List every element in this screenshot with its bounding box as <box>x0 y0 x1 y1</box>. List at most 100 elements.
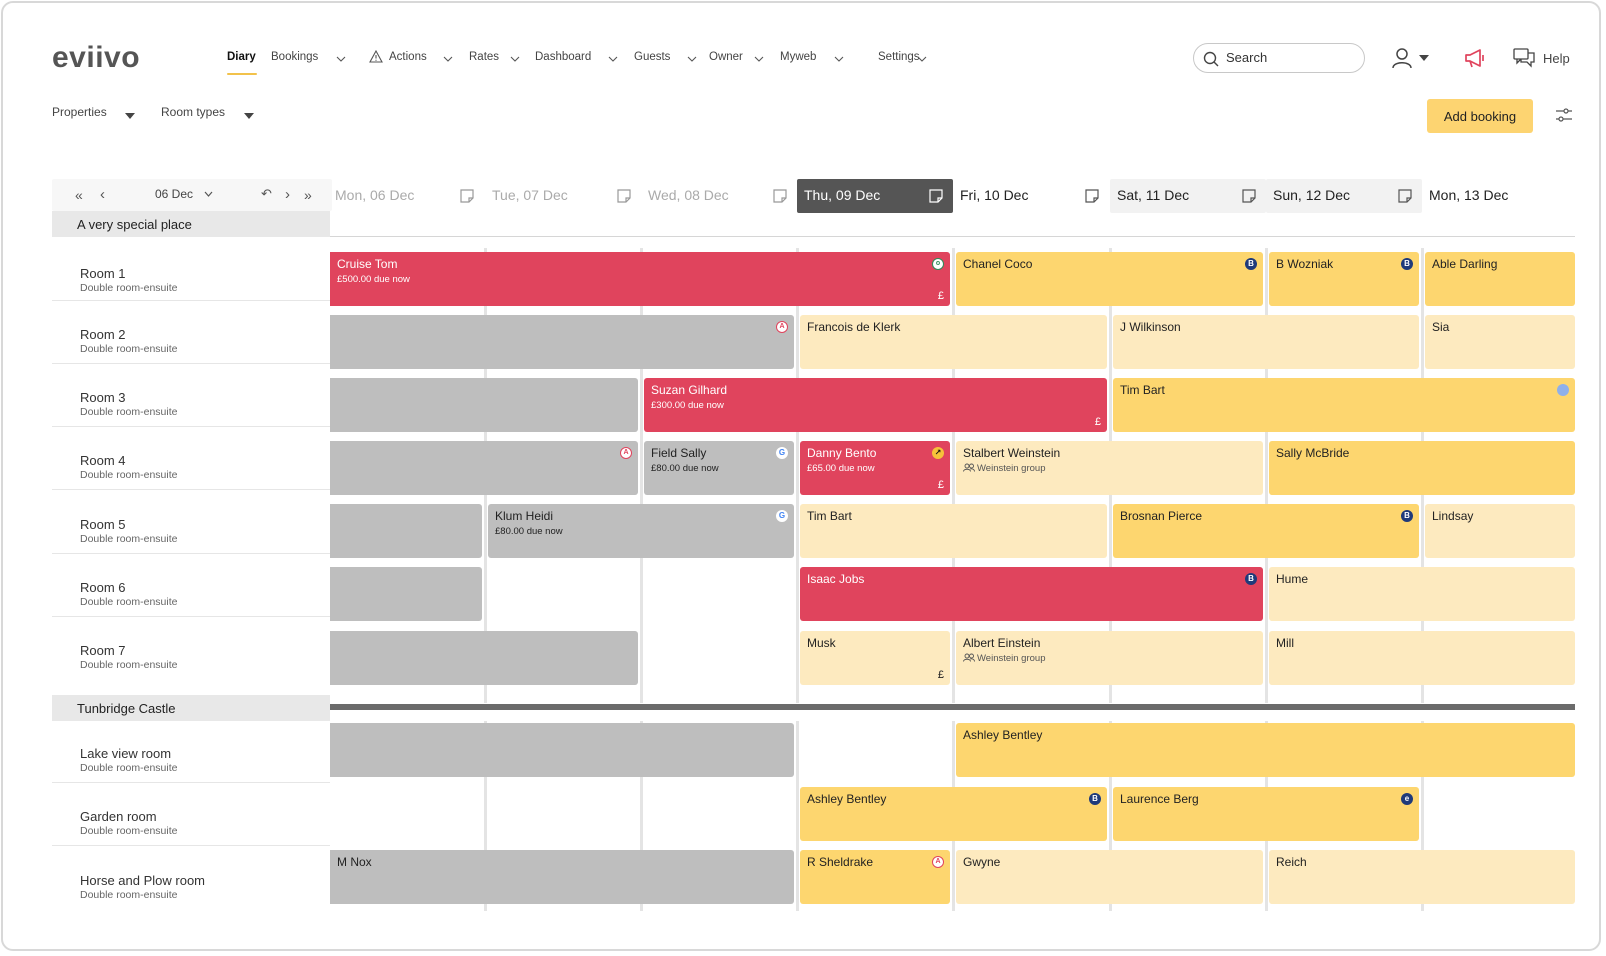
booking-field-sally[interactable]: Field Sally £80.00 due now G <box>644 441 794 495</box>
booking-mill[interactable]: Mill <box>1269 631 1575 685</box>
day-header-0[interactable]: Mon, 06 Dec <box>328 179 484 213</box>
day-header-2[interactable]: Wed, 08 Dec <box>641 179 797 213</box>
booking-blocked[interactable] <box>330 378 638 432</box>
booking-stalbert-weinstein[interactable]: Stalbert Weinstein Weinstein group <box>956 441 1263 495</box>
prev-page-icon[interactable]: ‹ <box>100 186 105 203</box>
day-note-icon[interactable] <box>617 189 631 203</box>
booking-musk[interactable]: Musk £ <box>800 631 950 685</box>
filter-settings-icon[interactable] <box>1555 107 1573 123</box>
booking-albert-einstein[interactable]: Albert Einstein Weinstein group <box>956 631 1263 685</box>
help-link[interactable]: Help <box>1543 51 1570 66</box>
booking-b-wozniak[interactable]: B Wozniak B <box>1269 252 1419 306</box>
nav-myweb-chevron-icon[interactable] <box>834 56 844 65</box>
booking-blocked[interactable] <box>330 723 794 777</box>
nav-rates-chevron-icon[interactable] <box>510 56 520 65</box>
booking-blocked[interactable] <box>330 567 482 621</box>
nav-rates[interactable]: Rates <box>469 51 499 63</box>
booking-danny-bento[interactable]: Danny Bento £65.00 due now ↗ £ <box>800 441 950 495</box>
property-header[interactable]: Tunbridge Castle <box>52 695 330 721</box>
day-header-4[interactable]: Fri, 10 Dec <box>953 179 1109 213</box>
day-note-icon[interactable] <box>1242 189 1256 203</box>
booking-gwyne[interactable]: Gwyne <box>956 850 1263 904</box>
nav-owner[interactable]: Owner <box>709 51 743 63</box>
room-name[interactable]: Room 7 <box>80 643 126 658</box>
nav-guests[interactable]: Guests <box>634 51 670 63</box>
booking-lindsay[interactable]: Lindsay <box>1425 504 1575 558</box>
booking-sally-mcbride[interactable]: Sally McBride <box>1269 441 1575 495</box>
booking-ashley-bentley[interactable]: Ashley Bentley B <box>800 787 1107 841</box>
booking-r-sheldrake[interactable]: R Sheldrake A <box>800 850 950 904</box>
booking-j-wilkinson[interactable]: J Wilkinson <box>1113 315 1419 369</box>
room-name[interactable]: Garden room <box>80 809 157 824</box>
day-note-icon[interactable] <box>460 189 474 203</box>
booking-reich[interactable]: Reich <box>1269 850 1575 904</box>
nav-bookings-chevron-icon[interactable] <box>336 56 346 65</box>
booking-sia[interactable]: Sia <box>1425 315 1575 369</box>
next-page-icon[interactable]: › <box>285 186 290 203</box>
day-header-1[interactable]: Tue, 07 Dec <box>485 179 641 213</box>
property-header[interactable]: A very special place <box>52 211 330 237</box>
nav-actions-chevron-icon[interactable] <box>443 56 453 65</box>
nav-bookings[interactable]: Bookings <box>271 51 318 63</box>
nav-dashboard[interactable]: Dashboard <box>535 51 591 63</box>
booking-chanel-coco[interactable]: Chanel Coco B <box>956 252 1263 306</box>
first-page-icon[interactable]: « <box>75 187 83 203</box>
room-name[interactable]: Room 4 <box>80 453 126 468</box>
user-menu-chevron-icon[interactable] <box>1419 55 1429 61</box>
room-name[interactable]: Horse and Plow room <box>80 873 205 888</box>
search-box[interactable] <box>1193 43 1365 73</box>
booking-hume[interactable]: Hume <box>1269 567 1575 621</box>
day-note-icon[interactable] <box>1085 189 1099 203</box>
nav-settings-chevron-icon[interactable] <box>917 56 927 65</box>
booking-able-darling[interactable]: Able Darling <box>1425 252 1575 306</box>
eviivo-logo[interactable]: eviivo <box>52 41 140 75</box>
booking-suzan-gilhard[interactable]: Suzan Gilhard £300.00 due now £ <box>644 378 1107 432</box>
booking-ashley-bentley[interactable]: Ashley Bentley <box>956 723 1575 777</box>
nav-myweb[interactable]: Myweb <box>780 51 816 63</box>
booking-brosnan-pierce[interactable]: Brosnan Pierce B <box>1113 504 1419 558</box>
megaphone-icon[interactable] <box>1463 47 1487 69</box>
day-note-icon[interactable] <box>929 189 943 203</box>
nav-owner-chevron-icon[interactable] <box>754 56 764 65</box>
booking-isaac-jobs[interactable]: Isaac Jobs B <box>800 567 1263 621</box>
booking-tim-bart[interactable]: Tim Bart <box>800 504 1107 558</box>
user-icon[interactable] <box>1391 47 1413 69</box>
booking-laurence-berg[interactable]: Laurence Berg e <box>1113 787 1419 841</box>
date-picker-chevron-icon[interactable] <box>204 191 213 197</box>
booking-blocked[interactable] <box>330 631 638 685</box>
add-booking-button[interactable]: Add booking <box>1427 99 1533 133</box>
properties-chevron-icon[interactable] <box>125 113 135 119</box>
today-icon[interactable]: ↶ <box>261 186 272 202</box>
nav-diary[interactable]: Diary <box>227 51 256 63</box>
booking-blocked[interactable] <box>330 504 482 558</box>
last-page-icon[interactable]: » <box>304 187 312 203</box>
booking-francois-de-klerk[interactable]: Francois de Klerk <box>800 315 1107 369</box>
nav-actions[interactable]: Actions <box>389 51 427 63</box>
booking-tim-bart[interactable]: Tim Bart <box>1113 378 1575 432</box>
room-name[interactable]: Room 3 <box>80 390 126 405</box>
booking-m-nox[interactable]: M Nox <box>330 850 794 904</box>
help-chat-icon[interactable] <box>1513 48 1535 68</box>
room-types-chevron-icon[interactable] <box>244 113 254 119</box>
nav-guests-chevron-icon[interactable] <box>687 56 697 65</box>
properties-filter[interactable]: Properties <box>52 105 107 119</box>
day-header-7[interactable]: Mon, 13 Dec <box>1422 179 1572 213</box>
room-name[interactable]: Room 1 <box>80 266 126 281</box>
room-name[interactable]: Room 5 <box>80 517 126 532</box>
booking-blocked[interactable]: A <box>330 315 794 369</box>
nav-dashboard-chevron-icon[interactable] <box>608 56 618 65</box>
booking-klum-heidi[interactable]: Klum Heidi £80.00 due now G <box>488 504 794 558</box>
room-name[interactable]: Lake view room <box>80 746 171 761</box>
room-types-filter[interactable]: Room types <box>161 105 225 119</box>
booking-cruise-tom[interactable]: Cruise Tom £500.00 due now o £ <box>330 252 950 306</box>
day-header-6[interactable]: Sun, 12 Dec <box>1266 179 1422 213</box>
room-name[interactable]: Room 6 <box>80 580 126 595</box>
nav-settings[interactable]: Settings <box>878 51 920 63</box>
day-note-icon[interactable] <box>773 189 787 203</box>
day-header-3[interactable]: Thu, 09 Dec <box>797 179 953 213</box>
day-note-icon[interactable] <box>1398 189 1412 203</box>
booking-blocked[interactable]: A <box>330 441 638 495</box>
room-name[interactable]: Room 2 <box>80 327 126 342</box>
date-picker-value[interactable]: 06 Dec <box>155 187 193 201</box>
search-input[interactable] <box>1226 50 1356 65</box>
